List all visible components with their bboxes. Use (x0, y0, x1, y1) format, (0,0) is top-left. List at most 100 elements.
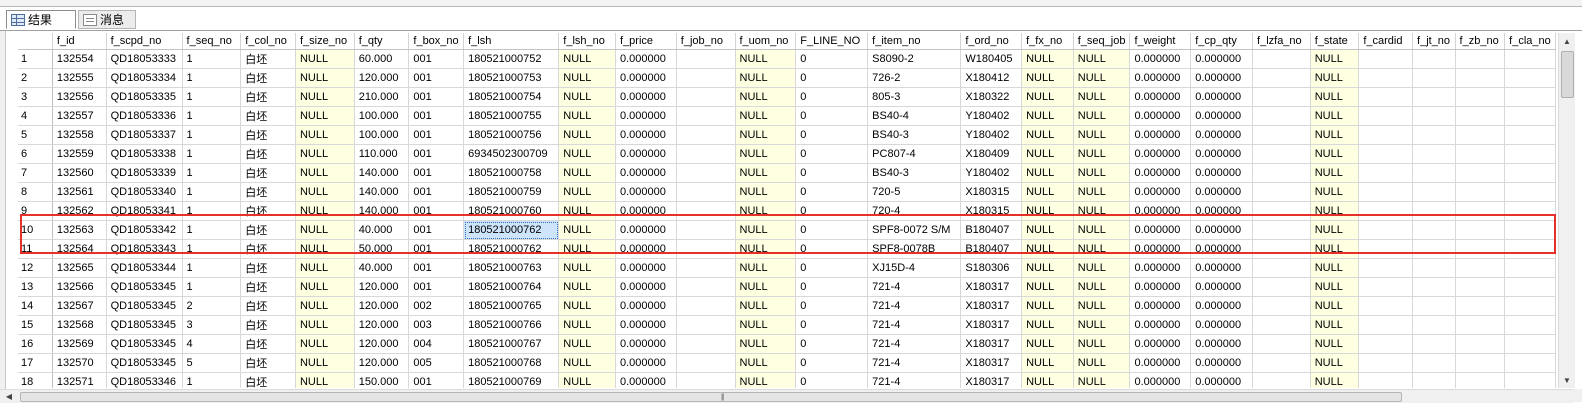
grid-cell[interactable] (676, 258, 736, 278)
grid-cell[interactable]: 721-4 (867, 372, 962, 388)
grid-cell[interactable]: NULL (1021, 163, 1074, 183)
grid-cell[interactable]: 180521000762 (463, 239, 560, 259)
grid-cell[interactable]: QD18053345 (106, 277, 183, 297)
grid-cell[interactable]: 0.000000 (1129, 315, 1192, 335)
grid-cell[interactable] (676, 87, 736, 107)
grid-cell[interactable]: 0 (795, 68, 869, 88)
column-header-f-state[interactable]: f_state (1310, 33, 1360, 50)
grid-cell[interactable] (1252, 277, 1311, 297)
column-header-f-fx-no[interactable]: f_fx_no (1021, 33, 1074, 50)
grid-cell[interactable]: NULL (1310, 182, 1360, 202)
grid-cell[interactable]: NULL (1310, 87, 1360, 107)
grid-cell[interactable] (1358, 106, 1414, 126)
grid-cell[interactable]: 132560 (52, 163, 107, 183)
grid-cell[interactable] (676, 182, 736, 202)
grid-cell[interactable]: NULL (558, 144, 616, 164)
grid-cell[interactable] (1504, 144, 1556, 164)
grid-cell[interactable]: 0.000000 (615, 182, 677, 202)
row-number[interactable]: 12 (18, 258, 53, 278)
grid-cell[interactable]: NULL (735, 201, 797, 221)
grid-cell[interactable] (1252, 372, 1311, 388)
grid-cell[interactable]: 0 (795, 182, 869, 202)
grid-cell[interactable]: 180521000765 (463, 296, 560, 316)
grid-cell[interactable]: B180407 (960, 239, 1023, 259)
grid-cell[interactable] (676, 144, 736, 164)
grid-cell[interactable]: NULL (558, 277, 616, 297)
row-number[interactable]: 8 (18, 182, 53, 202)
grid-cell[interactable]: 180521000753 (463, 68, 560, 88)
grid-cell[interactable]: 1 (182, 258, 242, 278)
grid-cell[interactable]: NULL (558, 296, 616, 316)
grid-cell[interactable]: 132565 (52, 258, 107, 278)
grid-cell[interactable] (1455, 125, 1506, 145)
grid-cell[interactable]: NULL (735, 277, 797, 297)
grid-cell[interactable]: 001 (408, 49, 465, 69)
table-row[interactable]: 3 132556 QD18053335 1 白坯 NULL 210.000 001 180521… (18, 87, 1556, 107)
column-header-f-cardid[interactable]: f_cardid (1358, 33, 1414, 50)
grid-cell[interactable] (1412, 372, 1456, 388)
grid-cell[interactable]: NULL (558, 163, 616, 183)
grid-cell[interactable]: NULL (295, 68, 355, 88)
row-number[interactable]: 17 (18, 353, 53, 373)
grid-cell[interactable]: 0.000000 (1129, 106, 1192, 126)
grid-cell[interactable]: 140.000 (354, 163, 410, 183)
column-header-f-cp-qty[interactable]: f_cp_qty (1190, 33, 1254, 50)
grid-cell[interactable]: 0.000000 (1129, 372, 1192, 388)
grid-cell[interactable]: QD18053333 (106, 49, 183, 69)
grid-cell[interactable]: 0.000000 (1190, 125, 1254, 145)
grid-cell[interactable]: 180521000763 (463, 258, 560, 278)
grid-cell[interactable]: BS40-3 (867, 125, 962, 145)
grid-cell[interactable]: 0.000000 (1190, 239, 1254, 259)
grid-cell[interactable] (1358, 125, 1414, 145)
grid-cell[interactable]: NULL (295, 87, 355, 107)
grid-cell[interactable]: NULL (558, 49, 616, 69)
grid-cell[interactable] (1358, 334, 1414, 354)
table-row[interactable]: 11 132564 QD18053343 1 白坯 NULL 50.000 001 180521… (18, 239, 1556, 259)
grid-cell[interactable]: NULL (1073, 220, 1131, 240)
grid-cell[interactable]: NULL (558, 334, 616, 354)
grid-cell[interactable] (1252, 68, 1311, 88)
grid-cell[interactable]: 0.000000 (1190, 296, 1254, 316)
row-number[interactable]: 5 (18, 125, 53, 145)
grid-cell[interactable]: NULL (1310, 49, 1360, 69)
scroll-up-arrow-icon[interactable]: ▲ (1559, 33, 1575, 49)
grid-cell[interactable]: NULL (295, 334, 355, 354)
grid-cell[interactable]: 132569 (52, 334, 107, 354)
table-row[interactable]: 5 132558 QD18053337 1 白坯 NULL 100.000 001 180521… (18, 125, 1556, 145)
column-header-f-item-no[interactable]: f_item_no (867, 33, 962, 50)
grid-cell[interactable]: NULL (1021, 315, 1074, 335)
grid-cell[interactable]: NULL (295, 144, 355, 164)
grid-cell[interactable]: 120.000 (354, 315, 410, 335)
row-number[interactable]: 4 (18, 106, 53, 126)
grid-cell[interactable]: 005 (408, 353, 465, 373)
grid-cell[interactable]: QD18053334 (106, 68, 183, 88)
grid-cell[interactable] (1412, 296, 1456, 316)
grid-cell[interactable]: 132557 (52, 106, 107, 126)
grid-cell[interactable]: 0 (795, 372, 869, 388)
grid-cell[interactable]: NULL (735, 144, 797, 164)
grid-cell[interactable]: 0 (795, 106, 869, 126)
grid-cell[interactable] (1455, 201, 1506, 221)
grid-cell[interactable] (1358, 144, 1414, 164)
grid-cell[interactable]: 0.000000 (1190, 258, 1254, 278)
grid-cell[interactable]: NULL (558, 239, 616, 259)
grid-cell[interactable]: NULL (1021, 49, 1074, 69)
grid-cell[interactable] (1455, 87, 1506, 107)
grid-cell[interactable] (1412, 163, 1456, 183)
grid-cell[interactable]: 132564 (52, 239, 107, 259)
grid-cell[interactable]: NULL (735, 315, 797, 335)
column-header-f-lzfa-no[interactable]: f_lzfa_no (1252, 33, 1311, 50)
grid-cell[interactable]: X180317 (960, 372, 1023, 388)
grid-cell[interactable]: 白坯 (240, 68, 296, 88)
grid-cell[interactable] (1252, 296, 1311, 316)
grid-cell[interactable]: NULL (295, 49, 355, 69)
grid-cell[interactable]: QD18053337 (106, 125, 183, 145)
grid-cell[interactable]: NULL (558, 106, 616, 126)
grid-cell[interactable] (1252, 220, 1311, 240)
grid-cell[interactable]: NULL (1310, 353, 1360, 373)
grid-cell[interactable]: 120.000 (354, 353, 410, 373)
grid-cell[interactable]: 白坯 (240, 353, 296, 373)
grid-cell[interactable]: 0.000000 (1190, 87, 1254, 107)
grid-cell[interactable]: 720-5 (867, 182, 962, 202)
grid-cell[interactable]: QD18053345 (106, 353, 183, 373)
